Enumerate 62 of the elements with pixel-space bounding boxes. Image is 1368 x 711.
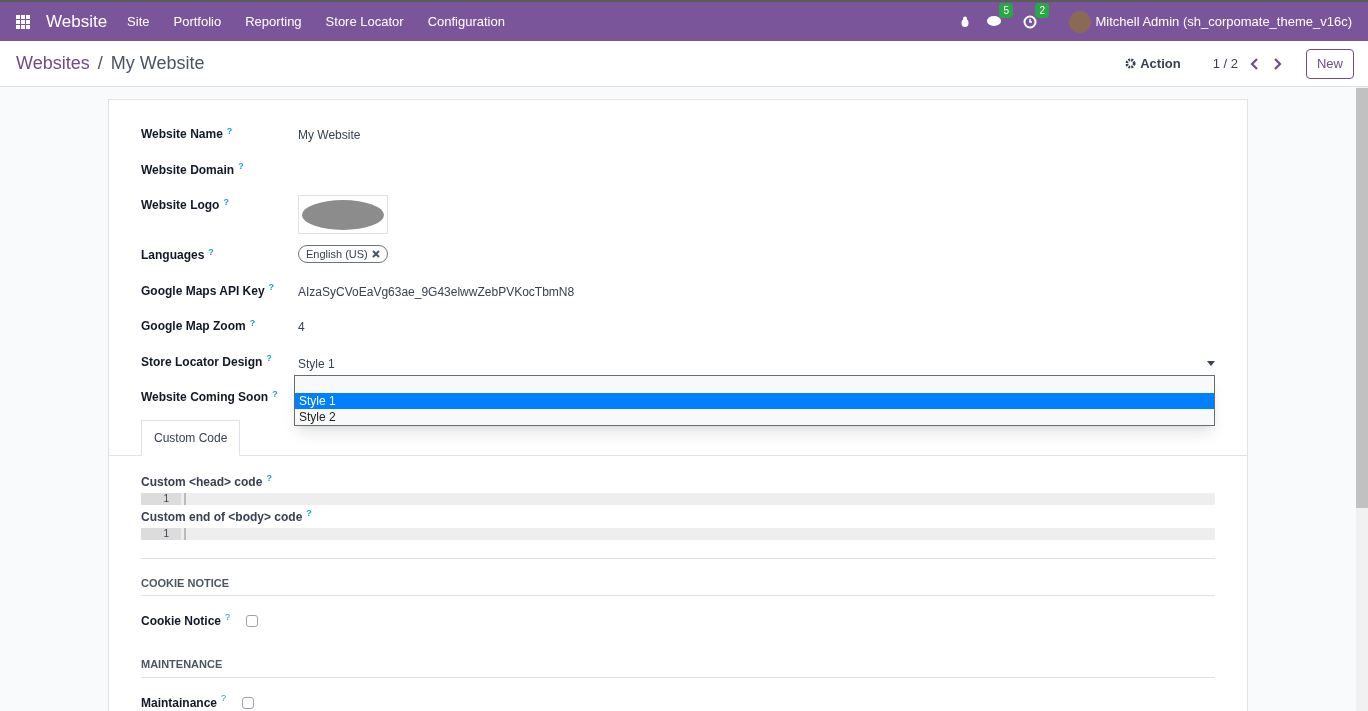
menu-item[interactable]: Site	[127, 11, 150, 32]
section-title: COOKIE NOTICE	[141, 574, 1215, 596]
field-label: Languages	[141, 248, 205, 262]
field-label: Custom end of <body> code	[141, 509, 303, 524]
line-number: 1	[141, 492, 181, 505]
code-editor[interactable]: 1	[141, 527, 1215, 540]
help-mark[interactable]: ?	[223, 196, 229, 207]
action-button[interactable]: Action	[1125, 53, 1181, 74]
field-label: Website Domain	[141, 162, 235, 177]
clock-icon[interactable]	[1023, 14, 1038, 29]
breadcrumb-current: My Website	[110, 52, 205, 75]
help-mark[interactable]: ?	[226, 125, 233, 136]
pager-value: 1 / 2	[1212, 54, 1238, 73]
help-mark[interactable]: ?	[208, 246, 214, 257]
field-label: Website Coming Soon	[141, 390, 269, 404]
app-title[interactable]: Website	[46, 8, 108, 35]
field-value: My Website	[298, 127, 362, 144]
menu-item[interactable]: Store Locator	[325, 11, 404, 32]
code-editor[interactable]: 1	[141, 492, 1215, 505]
breadcrumb-separator: /	[97, 52, 103, 75]
form-sheet: Website Name $^{?}$ My Website Website Domain $^{?}$ Website Logo $^{?}$ Languages $^{?}$ English (US) Google Maps API Key $^{?}$ AIzaSyCVoEaVg63ae_9G43elwwZebPVKocTbmN8 Google Map Zoom $^{?}$ 4 Store Locator Design $^{?}$ Style 1 Website Coming Soon $^{?}$ Style 1 Style 2 Custom Code Custom <head> code $^{?}$ 1 Custom end of <body> code $^{?}$ 1 COOKIE NOTICE Cookie Notice $^{?}$ MAINTENANCE Maintainance $^{?}$	[108, 99, 1248, 711]
menu-item[interactable]: Reporting	[245, 11, 302, 32]
chat-icon[interactable]	[987, 14, 1004, 29]
chevron-right-icon[interactable]	[1272, 57, 1282, 70]
field-label: Website Logo	[141, 198, 220, 212]
help-mark[interactable]: ?	[306, 508, 312, 518]
field-value: 4	[298, 319, 306, 336]
count-badge: 2	[1035, 2, 1050, 18]
checkbox[interactable]	[242, 696, 255, 709]
help-mark[interactable]: ?	[268, 282, 275, 292]
gear-icon	[1125, 58, 1137, 69]
section-title: MAINTENANCE	[141, 656, 1215, 678]
menu-item[interactable]: Configuration	[427, 11, 505, 32]
caret-icon	[1207, 361, 1215, 366]
tab[interactable]: Custom Code	[141, 419, 241, 456]
help-mark[interactable]: ?	[272, 388, 278, 399]
field-label: Google Map Zoom	[141, 319, 246, 333]
scrollbar[interactable]	[1356, 87, 1368, 711]
help-mark[interactable]: ?	[249, 317, 256, 328]
remove-icon[interactable]	[371, 250, 380, 258]
dropdown-option[interactable]: Style 2	[295, 409, 1214, 425]
checkbox[interactable]	[246, 615, 259, 627]
chevron-left-icon[interactable]	[1250, 57, 1260, 70]
field-label: Website Name	[141, 127, 223, 141]
count-badge: 5	[999, 2, 1014, 18]
line-number: 1	[141, 527, 181, 540]
help-mark[interactable]: ?	[266, 473, 272, 483]
new-button[interactable]: New	[1306, 48, 1354, 79]
field-label: Google Maps API Key	[141, 283, 265, 298]
dropdown-option[interactable]: Style 1	[295, 393, 1214, 409]
breadcrumb-link[interactable]: Websites	[16, 50, 90, 77]
help-mark[interactable]: ?	[266, 353, 272, 363]
help-mark[interactable]: ?	[238, 161, 244, 171]
apps-grid-icon[interactable]	[16, 14, 30, 29]
field-label: Custom <head> code	[141, 474, 263, 489]
menu-item[interactable]: Portfolio	[173, 11, 222, 32]
select-field[interactable]: Style 1	[298, 351, 1215, 373]
field-label: Maintainance	[141, 694, 218, 711]
field-label: Cookie Notice	[141, 613, 221, 630]
field-value: AIzaSyCVoEaVg63ae_9G43elwwZebPVKocTbmN8	[298, 283, 576, 301]
field-label: Store Locator Design	[141, 354, 263, 369]
user-name[interactable]: Mitchell Admin (sh_corpomate_theme_v16c)	[1095, 11, 1352, 32]
